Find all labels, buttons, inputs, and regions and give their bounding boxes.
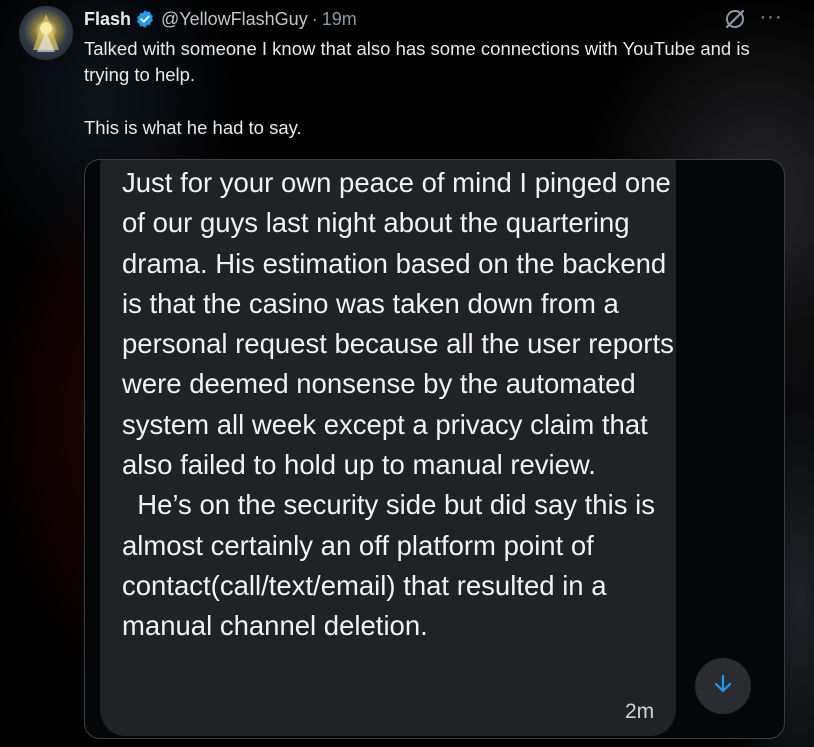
more-icon[interactable]: ··· [759,7,783,30]
scroll-down-button[interactable] [695,658,751,714]
tweet-text-line2: This is what he had to say. [84,117,302,138]
separator-dot: · [311,8,318,29]
arrow-down-icon [712,673,734,700]
tweet-time[interactable]: 19m [322,9,357,30]
tweet-text-line1: Talked with someone I know that also has… [84,38,750,85]
tweet[interactable]: Flash @YellowFlashGuy · 19m ··· Talked w… [0,0,814,747]
author-name[interactable]: Flash [84,9,131,30]
grok-icon[interactable] [724,8,746,30]
verified-badge-icon[interactable] [135,9,155,29]
avatar[interactable] [19,6,73,60]
message-text: Just for your own peace of mind I pinged… [122,163,682,647]
tweet-media-image[interactable]: Just for your own peace of mind I pinged… [84,159,785,739]
message-paragraph-1: Just for your own peace of mind I pinged… [122,167,674,481]
tweet-text: Talked with someone I know that also has… [84,36,784,141]
author-handle[interactable]: @YellowFlashGuy [161,9,308,30]
message-timestamp: 2m [625,700,655,723]
message-paragraph-2: He’s on the security side but did say th… [122,489,663,642]
tweet-header: Flash @YellowFlashGuy · 19m [84,7,357,31]
